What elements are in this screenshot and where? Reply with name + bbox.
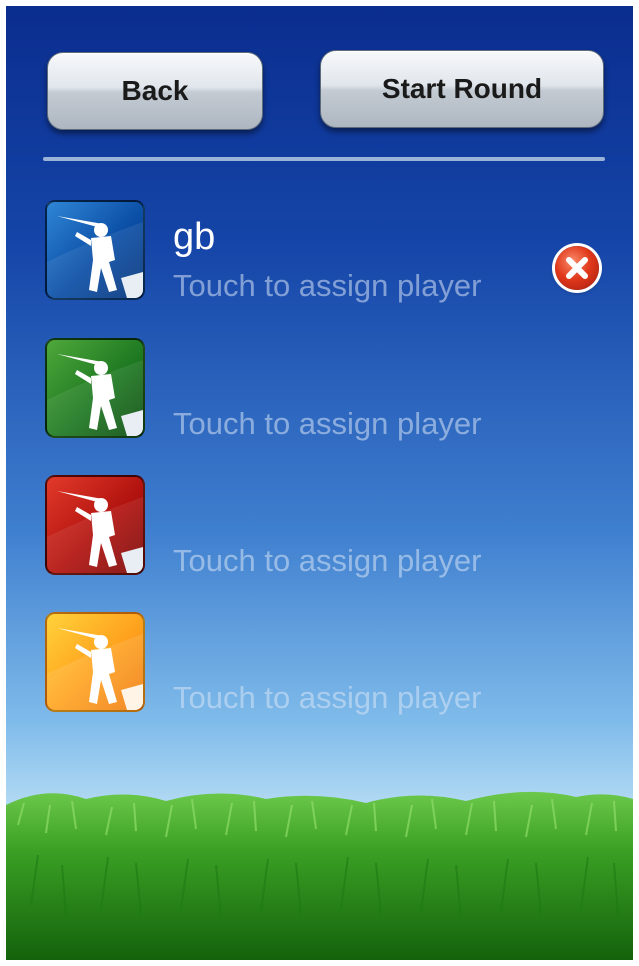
golfer-icon — [47, 216, 143, 298]
golfer-icon — [47, 628, 143, 710]
delete-x-icon — [566, 257, 588, 279]
start-round-button-label: Start Round — [381, 73, 543, 104]
player-avatar-red[interactable] — [45, 475, 145, 575]
golfer-icon — [47, 491, 143, 573]
player-avatar-green[interactable] — [45, 338, 145, 438]
delete-player-button[interactable] — [555, 246, 599, 290]
back-button-label: Back — [121, 75, 189, 106]
app-screen: Back Start Round gb Touch to assign play… — [6, 6, 633, 960]
player-slot-4[interactable]: Touch to assign player — [43, 608, 605, 718]
assign-player-hint: Touch to assign player — [173, 268, 482, 303]
assign-player-hint: Touch to assign player — [173, 680, 482, 715]
golfer-icon — [47, 354, 143, 436]
grass-background — [6, 791, 633, 960]
assign-player-hint: Touch to assign player — [173, 406, 482, 441]
player-slot-1[interactable]: gb Touch to assign player — [43, 196, 605, 306]
assign-player-hint: Touch to assign player — [173, 543, 482, 578]
player-slot-2[interactable]: Touch to assign player — [43, 334, 605, 444]
player-avatar-blue[interactable] — [45, 200, 145, 300]
player-name: gb — [173, 216, 216, 258]
header-divider — [43, 157, 605, 161]
back-button[interactable]: Back — [47, 52, 263, 130]
player-avatar-orange[interactable] — [45, 612, 145, 712]
start-round-button[interactable]: Start Round — [320, 50, 604, 128]
player-slot-3[interactable]: Touch to assign player — [43, 471, 605, 581]
